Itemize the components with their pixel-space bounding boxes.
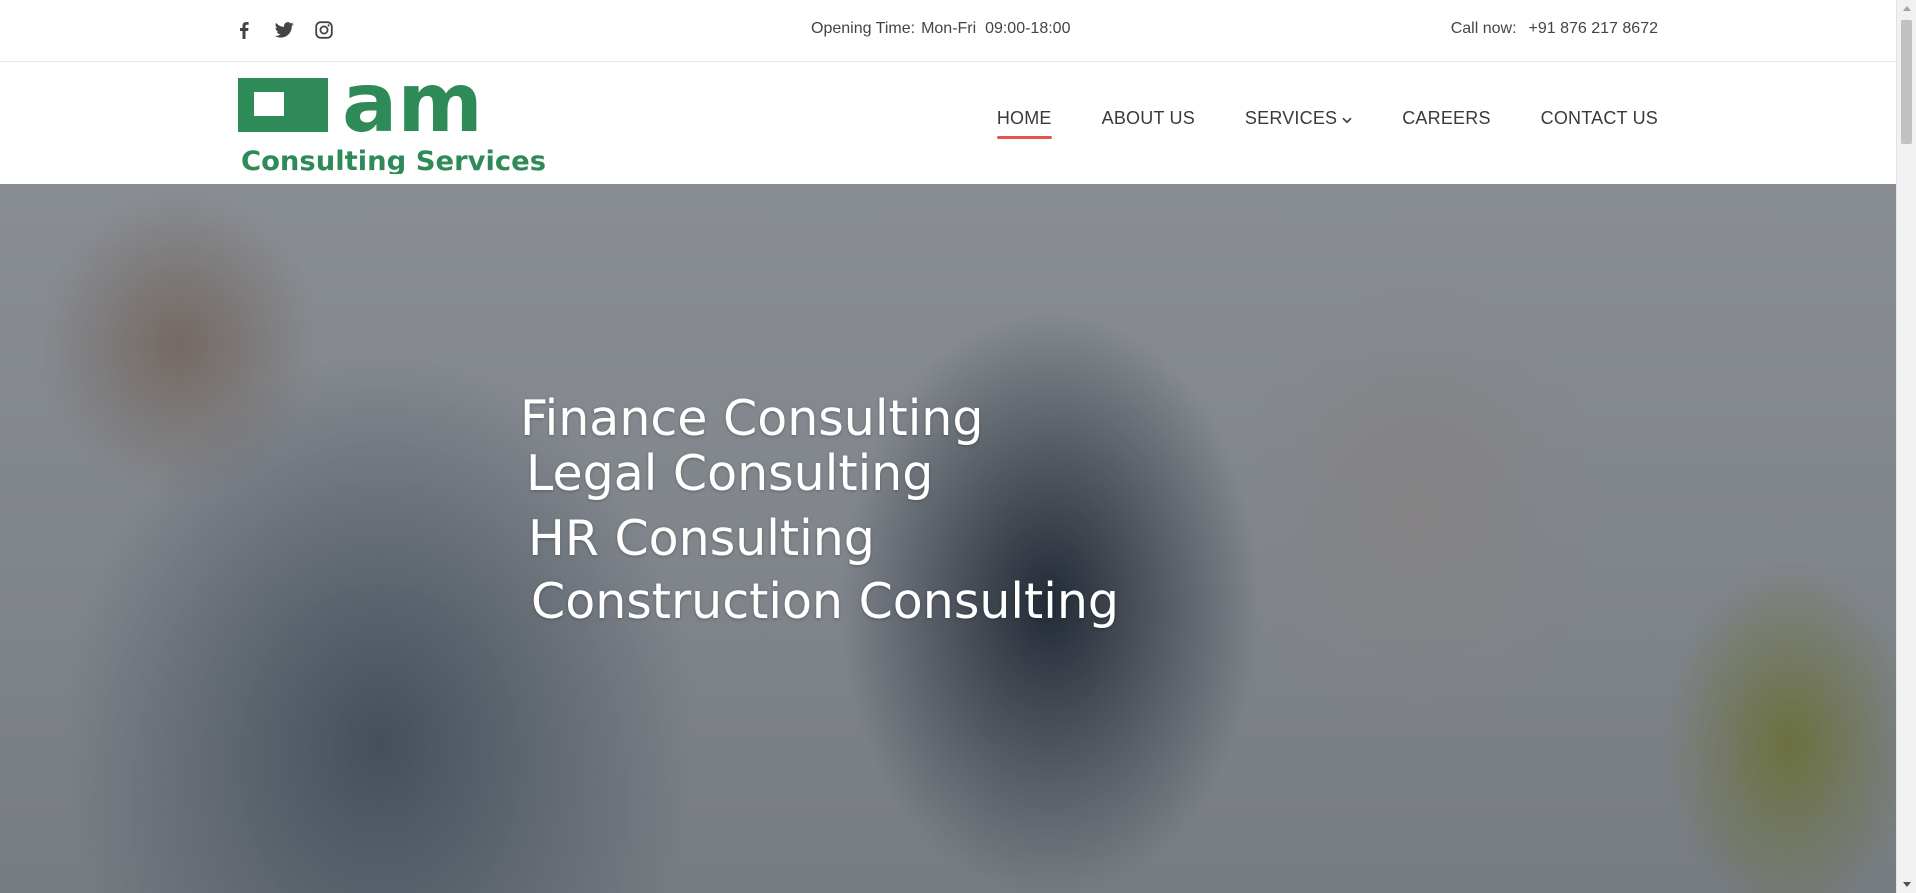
hero-line-hr: HR Consulting [528, 510, 875, 567]
top-bar: Opening Time: Mon-Fri 09:00-18:00 Call no… [0, 0, 1896, 62]
hero-line-finance: Finance Consulting [520, 390, 984, 447]
scroll-up-arrow-icon[interactable] [1897, 0, 1916, 17]
site-header: am Consulting Services HOME ABOUT US SER… [0, 56, 1896, 184]
facebook-icon[interactable] [234, 19, 254, 41]
logo-mark-text: am [342, 74, 483, 151]
opening-time-label: Opening Time: [811, 20, 916, 37]
nav-services-label: SERVICES [1244, 108, 1338, 128]
logo-sub-text: Consulting Services [241, 146, 546, 174]
twitter-icon[interactable] [274, 19, 294, 41]
nav-services[interactable]: SERVICES [1245, 108, 1352, 129]
opening-time-value: Mon-Fri 09:00-18:00 [921, 20, 1071, 37]
main-nav: HOME ABOUT US SERVICES CAREERS CONTACT U… [996, 108, 1658, 139]
nav-careers[interactable]: CAREERS [1402, 108, 1490, 129]
hero-line-construction: Construction Consulting [531, 573, 1119, 630]
scrollbar-thumb[interactable] [1901, 20, 1912, 144]
instagram-icon[interactable] [314, 19, 334, 41]
hero-banner: Finance Consulting Legal Consulting HR C… [0, 184, 1896, 893]
nav-careers-label: CAREERS [1402, 108, 1491, 128]
social-links [234, 19, 334, 41]
nav-contact-us[interactable]: CONTACT US [1541, 108, 1658, 129]
hero-line-legal: Legal Consulting [526, 445, 934, 502]
opening-time: Opening Time: Mon-Fri 09:00-18:00 [811, 20, 1070, 38]
nav-home-label: HOME [996, 108, 1052, 128]
hero-overlay [0, 184, 1896, 893]
nav-contact-us-label: CONTACT US [1540, 108, 1658, 128]
nav-about-us[interactable]: ABOUT US [1102, 108, 1195, 129]
call-now-label: Call now: [1450, 20, 1517, 37]
page-scrollbar[interactable] [1896, 0, 1916, 893]
chevron-down-icon [1342, 108, 1352, 129]
company-logo[interactable]: am Consulting Services [236, 56, 550, 177]
phone-number[interactable]: +91 876 217 8672 [1529, 20, 1658, 37]
scroll-down-arrow-icon[interactable] [1897, 876, 1916, 893]
nav-about-us-label: ABOUT US [1101, 108, 1195, 128]
call-now: Call now: +91 876 217 8672 [1451, 20, 1658, 38]
nav-home[interactable]: HOME [996, 108, 1052, 139]
